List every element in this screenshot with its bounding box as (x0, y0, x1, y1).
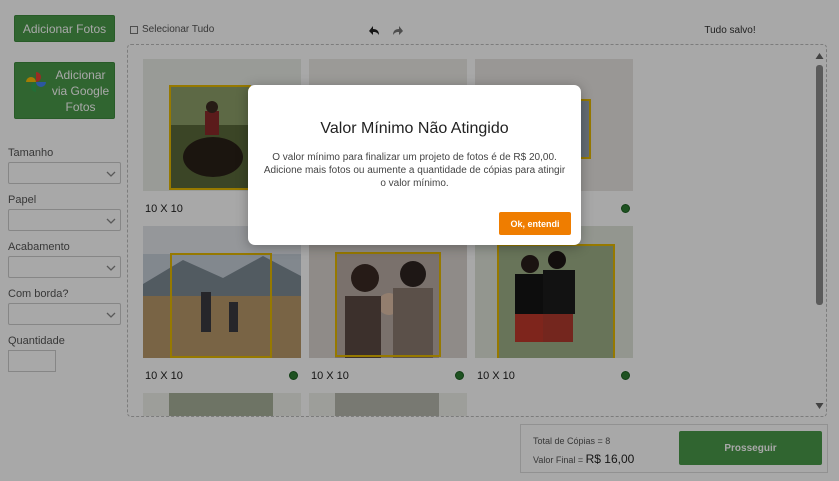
minimum-value-dialog: Valor Mínimo Não Atingido O valor mínimo… (248, 85, 581, 245)
ok-button[interactable]: Ok, entendi (499, 212, 571, 235)
dialog-title: Valor Mínimo Não Atingido (320, 120, 509, 137)
dialog-message: O valor mínimo para finalizar um projeto… (263, 152, 566, 189)
